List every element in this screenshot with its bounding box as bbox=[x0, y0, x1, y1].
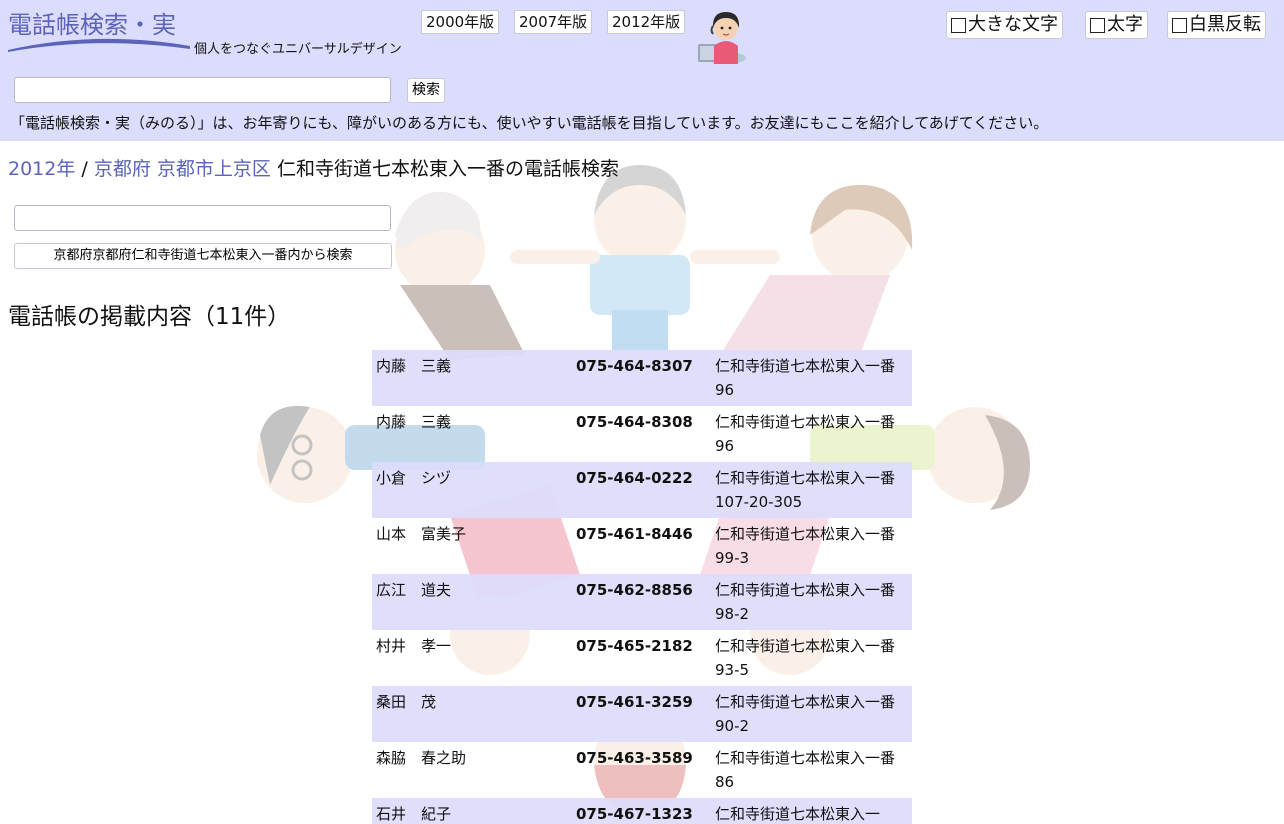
listing-name: 森脇 春之助 bbox=[372, 742, 572, 798]
table-row: 村井 孝一 075-465-2182 仁和寺街道七本松東入一番93-5 bbox=[372, 630, 912, 686]
table-row: 内藤 三義 075-464-8308 仁和寺街道七本松東入一番96 bbox=[372, 406, 912, 462]
listing-given-name: シヅ bbox=[421, 469, 452, 487]
listing-given-name: 孝一 bbox=[421, 637, 452, 655]
table-row: 山本 富美子 075-461-8446 仁和寺街道七本松東入一番99-3 bbox=[372, 518, 912, 574]
listing-name: 内藤 三義 bbox=[372, 406, 572, 462]
invert-colors-label: 白黒反転 bbox=[1189, 14, 1261, 35]
listing-surname: 広江 bbox=[376, 581, 407, 599]
edition-2012-button[interactable]: 2012年版 bbox=[607, 10, 686, 34]
area-search-button[interactable]: 京都府京都府仁和寺街道七本松東入一番内から検索 bbox=[14, 243, 392, 269]
site-intro-text: 「電話帳検索・実（みのる）」は、お年寄りにも、障がいのある方にも、使いやすい電話… bbox=[10, 114, 1049, 132]
invert-colors-toggle[interactable]: 白黒反転 bbox=[1167, 11, 1266, 39]
table-row: 内藤 三義 075-464-8307 仁和寺街道七本松東入一番96 bbox=[372, 350, 912, 406]
breadcrumb-current: 仁和寺街道七本松東入一番の電話帳検索 bbox=[276, 158, 619, 180]
listing-address: 仁和寺街道七本松東入一番96 bbox=[711, 350, 912, 406]
checkbox-icon bbox=[951, 17, 966, 33]
bold-text-toggle[interactable]: 太字 bbox=[1085, 11, 1148, 39]
area-search-input[interactable] bbox=[14, 205, 391, 231]
listing-name: 村井 孝一 bbox=[372, 630, 572, 686]
edition-2000-button[interactable]: 2000年版 bbox=[421, 10, 500, 34]
listing-phone[interactable]: 075-465-2182 bbox=[572, 630, 711, 686]
listing-phone[interactable]: 075-461-3259 bbox=[572, 686, 711, 742]
listing-phone[interactable]: 075-463-3589 bbox=[572, 742, 711, 798]
listing-surname: 石井 bbox=[376, 805, 407, 823]
listing-name: 小倉 シヅ bbox=[372, 462, 572, 518]
listing-phone[interactable]: 075-464-8308 bbox=[572, 406, 711, 462]
listing-surname: 桑田 bbox=[376, 693, 407, 711]
large-text-label: 大きな文字 bbox=[968, 14, 1058, 35]
listing-given-name: 紀子 bbox=[421, 805, 452, 823]
breadcrumb: 2012年 / 京都府 京都市上京区 仁和寺街道七本松東入一番の電話帳検索 bbox=[8, 154, 619, 181]
listing-phone[interactable]: 075-464-8307 bbox=[572, 350, 711, 406]
listing-address: 仁和寺街道七本松東入一番93-5 bbox=[715, 637, 896, 679]
listing-phone[interactable]: 075-464-0222 bbox=[572, 462, 711, 518]
table-row: 小倉 シヅ 075-464-0222 仁和寺街道七本松東入一番107-20-30… bbox=[372, 462, 912, 518]
listing-name: 石井 紀子 bbox=[372, 798, 572, 824]
listing-given-name: 道夫 bbox=[421, 581, 452, 599]
checkbox-icon bbox=[1090, 17, 1105, 33]
breadcrumb-year-link[interactable]: 2012年 bbox=[8, 158, 75, 180]
listing-address: 仁和寺街道七本松東入一番107-20-305 bbox=[711, 462, 912, 518]
listing-phone[interactable]: 075-467-1323 bbox=[572, 798, 711, 824]
listing-given-name: 三義 bbox=[421, 413, 452, 431]
checkbox-icon bbox=[1172, 17, 1187, 33]
edition-2007-button[interactable]: 2007年版 bbox=[514, 10, 593, 34]
listing-name: 山本 富美子 bbox=[372, 518, 572, 574]
listing-given-name: 茂 bbox=[421, 693, 437, 711]
listing-given-name: 富美子 bbox=[421, 525, 467, 543]
listing-name: 広江 道夫 bbox=[372, 574, 572, 630]
listing-name: 内藤 三義 bbox=[372, 350, 572, 406]
listing-surname: 村井 bbox=[376, 637, 407, 655]
listing-surname: 内藤 bbox=[376, 413, 407, 431]
breadcrumb-separator: / bbox=[75, 158, 94, 180]
listing-address: 仁和寺街道七本松東入一番98-2 bbox=[711, 574, 912, 630]
table-row: 広江 道夫 075-462-8856 仁和寺街道七本松東入一番98-2 bbox=[372, 574, 912, 630]
keyword-search-input[interactable] bbox=[14, 77, 391, 103]
listing-surname: 山本 bbox=[376, 525, 407, 543]
table-row: 石井 紀子 075-467-1323 仁和寺街道七本松東入一 bbox=[372, 798, 912, 824]
listing-given-name: 春之助 bbox=[421, 749, 467, 767]
breadcrumb-prefecture-link[interactable]: 京都府 bbox=[94, 158, 151, 180]
listing-heading: 電話帳の掲載内容（11件） bbox=[8, 304, 291, 330]
site-header: 電話帳検索・実 個人をつなぐユニバーサルデザイン 2000年版 2007年版 2… bbox=[0, 0, 1284, 141]
table-row: 桑田 茂 075-461-3259 仁和寺街道七本松東入一番90-2 bbox=[372, 686, 912, 742]
listing-surname: 小倉 bbox=[376, 469, 407, 487]
listing-surname: 森脇 bbox=[376, 749, 407, 767]
logo-swoosh-icon bbox=[8, 38, 190, 52]
phonebook-listings-table: 内藤 三義 075-464-8307 仁和寺街道七本松東入一番96 内藤 三義 … bbox=[372, 350, 912, 824]
listing-given-name: 三義 bbox=[421, 357, 452, 375]
listing-address: 仁和寺街道七本松東入一番96 bbox=[715, 413, 896, 455]
bold-text-label: 太字 bbox=[1107, 14, 1143, 35]
site-tagline: 個人をつなぐユニバーサルデザイン bbox=[194, 42, 402, 57]
listing-address: 仁和寺街道七本松東入一 bbox=[711, 798, 912, 824]
listing-phone[interactable]: 075-462-8856 bbox=[572, 574, 711, 630]
table-row: 森脇 春之助 075-463-3589 仁和寺街道七本松東入一番86 bbox=[372, 742, 912, 798]
listing-address: 仁和寺街道七本松東入一番86 bbox=[715, 749, 896, 791]
operator-mascot-icon bbox=[698, 12, 746, 64]
large-text-toggle[interactable]: 大きな文字 bbox=[946, 11, 1063, 39]
listing-phone[interactable]: 075-461-8446 bbox=[572, 518, 711, 574]
listing-address: 仁和寺街道七本松東入一番99-3 bbox=[715, 525, 896, 567]
keyword-search-button[interactable]: 検索 bbox=[407, 78, 445, 103]
listing-address: 仁和寺街道七本松東入一番90-2 bbox=[711, 686, 912, 742]
breadcrumb-city-link[interactable]: 京都市上京区 bbox=[157, 158, 271, 180]
listing-surname: 内藤 bbox=[376, 357, 407, 375]
listing-name: 桑田 茂 bbox=[372, 686, 572, 742]
